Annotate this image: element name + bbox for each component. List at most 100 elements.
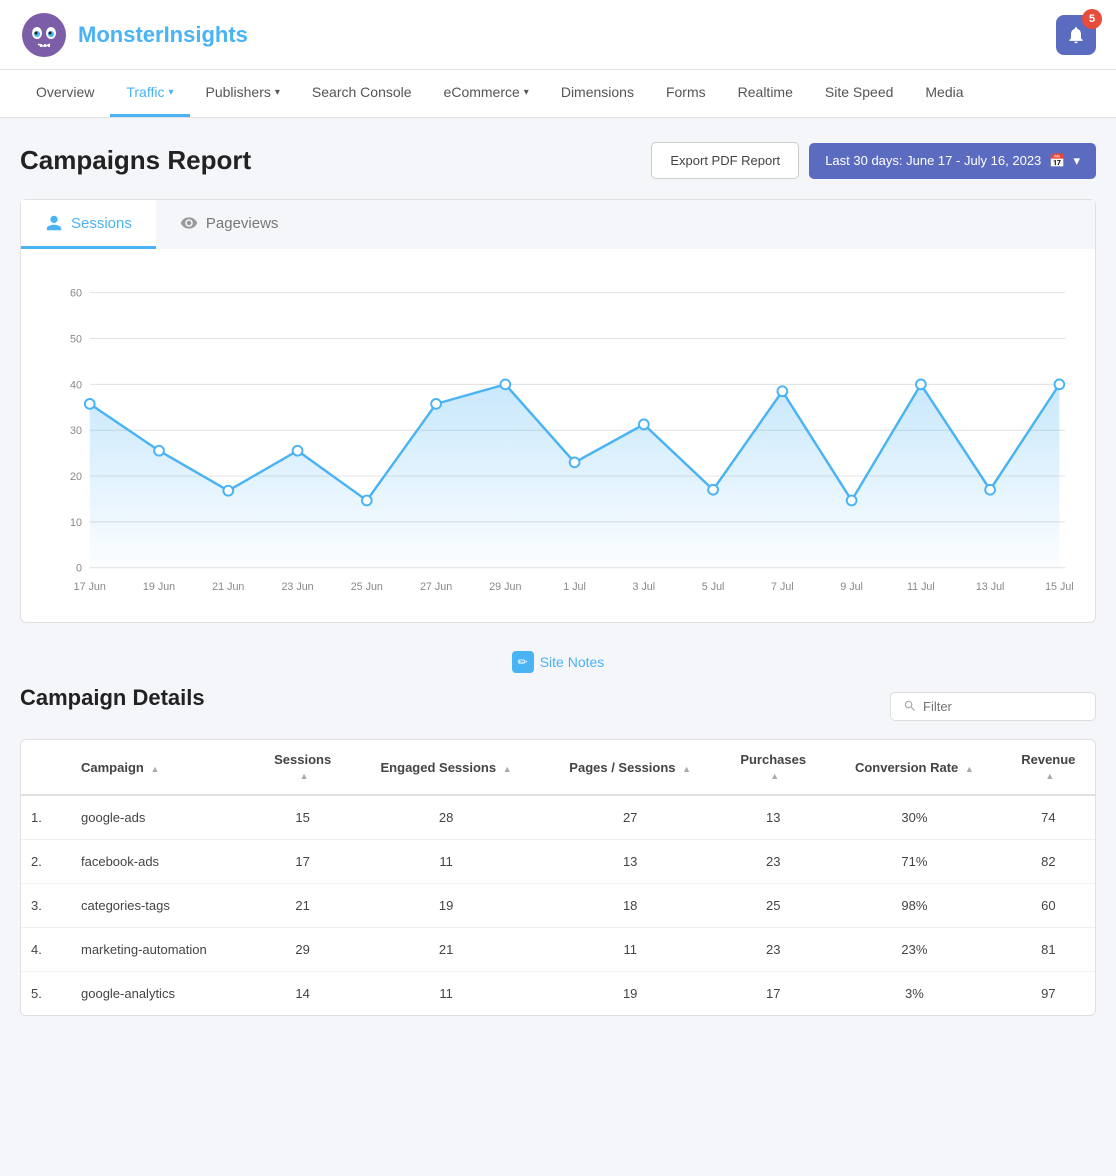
row-conversion-rate: 30% — [827, 795, 1002, 840]
sort-icon: ▲ — [770, 771, 779, 781]
row-pages-sessions: 11 — [541, 928, 719, 972]
col-header-revenue[interactable]: Revenue ▲ — [1002, 740, 1095, 795]
row-conversion-rate: 71% — [827, 840, 1002, 884]
row-purchases: 23 — [719, 840, 827, 884]
row-sessions: 14 — [254, 972, 351, 1016]
main-content: Campaigns Report Export PDF Report Last … — [0, 118, 1116, 1040]
chart-tabs: Sessions Pageviews — [21, 200, 1095, 249]
row-pages-sessions: 18 — [541, 884, 719, 928]
sort-icon: ▲ — [150, 764, 159, 774]
campaign-table-wrapper: Campaign ▲ Sessions ▲ Engaged Sessions ▲… — [20, 739, 1096, 1016]
nav-item-publishers[interactable]: Publishers ▾ — [190, 70, 296, 117]
tab-sessions[interactable]: Sessions — [21, 200, 156, 249]
chevron-down-icon: ▾ — [275, 87, 280, 98]
sessions-chart: 60 50 40 30 20 10 0 — [41, 269, 1075, 609]
notification-badge: 5 — [1082, 9, 1102, 29]
filter-input-wrap — [890, 692, 1096, 721]
svg-text:19 Jun: 19 Jun — [143, 581, 175, 593]
svg-text:50: 50 — [70, 333, 82, 345]
bell-icon — [1066, 25, 1086, 45]
row-campaign: facebook-ads — [71, 840, 254, 884]
row-num: 1. — [21, 795, 71, 840]
nav-item-search-console[interactable]: Search Console — [296, 70, 428, 117]
svg-text:27 Jun: 27 Jun — [420, 581, 452, 593]
svg-text:30: 30 — [70, 425, 82, 437]
nav-item-dimensions[interactable]: Dimensions — [545, 70, 650, 117]
row-campaign: categories-tags — [71, 884, 254, 928]
logo-area: MonsterInsights — [20, 11, 248, 59]
row-engaged-sessions: 28 — [351, 795, 541, 840]
row-purchases: 13 — [719, 795, 827, 840]
row-revenue: 74 — [1002, 795, 1095, 840]
nav-item-realtime[interactable]: Realtime — [722, 70, 809, 117]
svg-text:60: 60 — [70, 288, 82, 300]
row-engaged-sessions: 11 — [351, 840, 541, 884]
svg-text:21 Jun: 21 Jun — [212, 581, 244, 593]
col-header-num — [21, 740, 71, 795]
chevron-down-icon: ▾ — [524, 87, 529, 98]
campaign-details-title: Campaign Details — [20, 685, 205, 711]
row-revenue: 97 — [1002, 972, 1095, 1016]
table-row: 3. categories-tags 21 19 18 25 98% 60 — [21, 884, 1095, 928]
sort-icon: ▲ — [300, 771, 309, 781]
row-purchases: 23 — [719, 928, 827, 972]
row-revenue: 60 — [1002, 884, 1095, 928]
svg-text:10: 10 — [70, 517, 82, 529]
campaign-details-header: Campaign Details — [20, 685, 1096, 727]
col-header-campaign[interactable]: Campaign ▲ — [71, 740, 254, 795]
logo-text-insights: Insights — [164, 22, 248, 47]
row-pages-sessions: 13 — [541, 840, 719, 884]
svg-text:7 Jul: 7 Jul — [771, 581, 794, 593]
row-num: 2. — [21, 840, 71, 884]
sort-icon: ▲ — [1045, 771, 1054, 781]
row-campaign: marketing-automation — [71, 928, 254, 972]
sort-icon: ▲ — [503, 764, 512, 774]
row-revenue: 81 — [1002, 928, 1095, 972]
svg-text:0: 0 — [76, 563, 82, 575]
svg-text:11 Jul: 11 Jul — [907, 581, 935, 593]
table-row: 4. marketing-automation 29 21 11 23 23% … — [21, 928, 1095, 972]
nav-item-overview[interactable]: Overview — [20, 70, 110, 117]
date-range-button[interactable]: Last 30 days: June 17 - July 16, 2023 📅 … — [809, 143, 1096, 179]
col-header-sessions[interactable]: Sessions ▲ — [254, 740, 351, 795]
row-conversion-rate: 23% — [827, 928, 1002, 972]
chart-area: 60 50 40 30 20 10 0 — [21, 249, 1095, 622]
notification-button[interactable]: 5 — [1056, 15, 1096, 55]
chevron-down-icon: ▾ — [1073, 153, 1080, 169]
chart-section: Sessions Pageviews 60 50 40 — [20, 199, 1096, 623]
svg-text:3 Jul: 3 Jul — [633, 581, 656, 593]
nav-item-traffic[interactable]: Traffic ▾ — [110, 70, 189, 117]
row-purchases: 25 — [719, 884, 827, 928]
table-row: 2. facebook-ads 17 11 13 23 71% 82 — [21, 840, 1095, 884]
header: MonsterInsights 5 — [0, 0, 1116, 70]
filter-input[interactable] — [923, 699, 1083, 714]
tab-pageviews[interactable]: Pageviews — [156, 200, 1095, 249]
col-header-purchases[interactable]: Purchases ▲ — [719, 740, 827, 795]
row-engaged-sessions: 11 — [351, 972, 541, 1016]
person-icon — [45, 214, 63, 232]
col-header-conversion-rate[interactable]: Conversion Rate ▲ — [827, 740, 1002, 795]
svg-text:20: 20 — [70, 471, 82, 483]
nav-item-ecommerce[interactable]: eCommerce ▾ — [428, 70, 545, 117]
page-title: Campaigns Report — [20, 145, 251, 176]
svg-text:1 Jul: 1 Jul — [563, 581, 586, 593]
row-sessions: 17 — [254, 840, 351, 884]
col-header-pages-sessions[interactable]: Pages / Sessions ▲ — [541, 740, 719, 795]
nav-item-site-speed[interactable]: Site Speed — [809, 70, 910, 117]
row-sessions: 21 — [254, 884, 351, 928]
page-header-actions: Export PDF Report Last 30 days: June 17 … — [651, 142, 1096, 179]
nav-item-forms[interactable]: Forms — [650, 70, 722, 117]
row-campaign: google-analytics — [71, 972, 254, 1016]
nav-item-media[interactable]: Media — [909, 70, 979, 117]
row-engaged-sessions: 21 — [351, 928, 541, 972]
eye-icon — [180, 214, 198, 232]
row-conversion-rate: 98% — [827, 884, 1002, 928]
row-engaged-sessions: 19 — [351, 884, 541, 928]
svg-text:15 Jul: 15 Jul — [1045, 581, 1074, 593]
site-notes-button[interactable]: ✏ Site Notes — [512, 651, 605, 673]
col-header-engaged-sessions[interactable]: Engaged Sessions ▲ — [351, 740, 541, 795]
svg-text:25 Jun: 25 Jun — [351, 581, 383, 593]
export-pdf-button[interactable]: Export PDF Report — [651, 142, 799, 179]
row-pages-sessions: 27 — [541, 795, 719, 840]
chevron-down-icon: ▾ — [168, 87, 173, 98]
